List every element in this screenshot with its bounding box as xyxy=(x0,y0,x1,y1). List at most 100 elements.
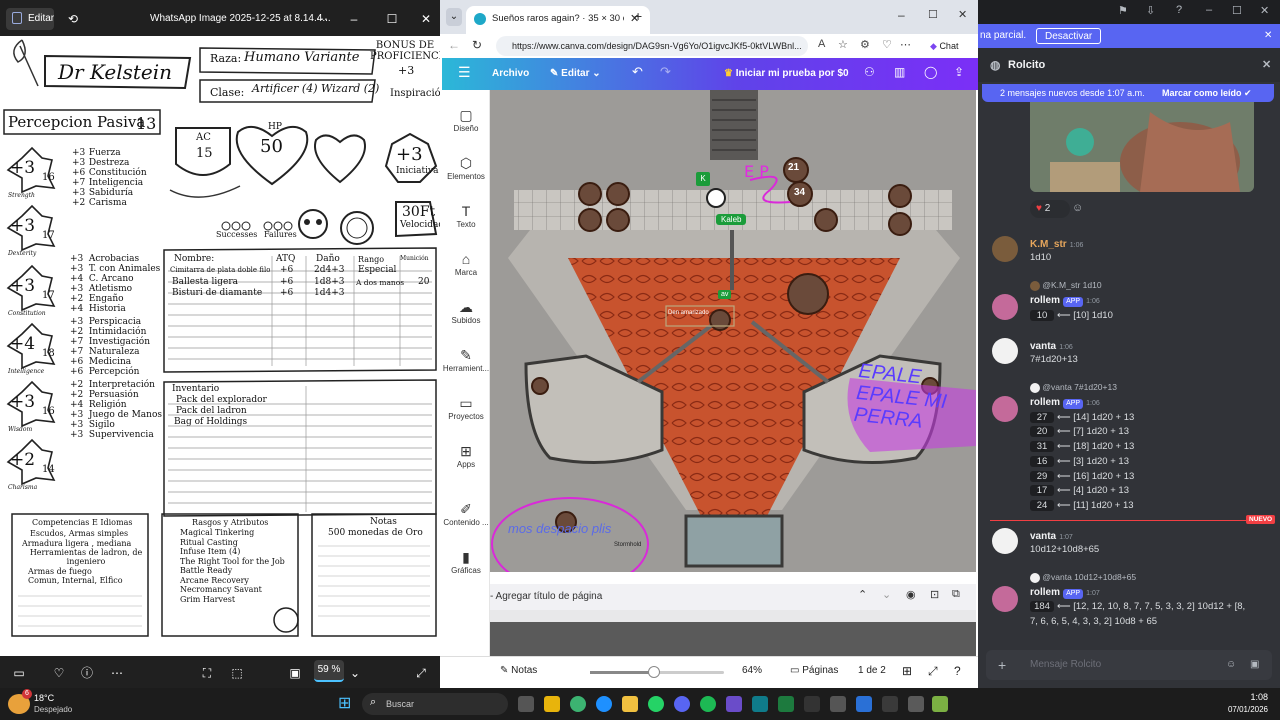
reply-preview[interactable]: @vanta 7#1d20+13 xyxy=(1030,382,1117,393)
new-messages-banner[interactable]: 2 mensajes nuevos desde 1:07 a.m. Marcar… xyxy=(982,84,1274,102)
add-reaction-icon[interactable]: ☺ xyxy=(1072,202,1083,214)
chevron-up-icon[interactable]: ⌃ xyxy=(858,588,867,601)
people-icon[interactable]: ⚇ xyxy=(864,65,875,79)
minimize-icon[interactable]: – xyxy=(1206,4,1212,16)
zoom-level[interactable]: 59 % xyxy=(314,660,344,682)
rail-tools[interactable]: ✎ Herramient... xyxy=(442,346,490,373)
translate-icon[interactable]: A xyxy=(818,38,825,50)
rail-elements[interactable]: ⬡ Elementos xyxy=(442,154,490,181)
hamburger-icon[interactable]: ☰ xyxy=(458,64,471,81)
clock-date[interactable]: 07/01/2026 xyxy=(1218,705,1268,714)
scribble-epale[interactable]: EPALE EPALE MI PERRA xyxy=(853,360,976,438)
rail-design[interactable]: ▢ Diseño xyxy=(442,106,490,133)
app-icon[interactable] xyxy=(932,696,948,712)
discord-icon[interactable] xyxy=(674,696,690,712)
scribble-mos-despacio[interactable]: mos despacio plis xyxy=(508,522,618,535)
clock-time[interactable]: 1:08 xyxy=(1234,692,1268,702)
battle-map-canvas[interactable]: K 21 34 Kaleb av Den amarizado E P EPALE… xyxy=(490,90,976,572)
tab-menu-icon[interactable]: ⌄ xyxy=(446,8,462,26)
expand-icon[interactable]: ⤢ xyxy=(412,660,430,686)
rotate-icon[interactable]: ⟲ xyxy=(62,6,84,32)
undo-icon[interactable]: ↶ xyxy=(632,64,643,80)
crop-icon[interactable]: ⬚ xyxy=(228,660,246,686)
app-icon[interactable] xyxy=(882,696,898,712)
minimize-icon[interactable]: – xyxy=(898,8,905,22)
new-tab-icon[interactable]: + xyxy=(634,8,642,24)
token-label-kaleb[interactable]: Kaleb xyxy=(716,214,747,225)
rail-projects[interactable]: ▭ Proyectos xyxy=(442,394,490,421)
trial-button[interactable]: ♛ Iniciar mi prueba por $0 xyxy=(724,58,849,90)
spotify-icon[interactable] xyxy=(700,696,716,712)
maximize-icon[interactable]: ☐ xyxy=(384,6,400,32)
chevron-down-icon[interactable]: ⌄ xyxy=(348,660,362,686)
avatar[interactable] xyxy=(992,236,1018,262)
app-icon[interactable] xyxy=(752,696,768,712)
username[interactable]: rollem xyxy=(1030,587,1060,598)
file-menu[interactable]: Archivo xyxy=(492,58,529,90)
close-icon[interactable]: ✕ xyxy=(1260,4,1269,17)
info-icon[interactable]: ⓘ xyxy=(78,660,96,686)
zoom-percentage[interactable]: 64% xyxy=(742,665,762,676)
deactivate-button[interactable]: Desactivar xyxy=(1036,28,1102,44)
star-icon[interactable]: ☆ xyxy=(838,38,848,51)
reply-preview[interactable]: @vanta 10d12+10d8+65 xyxy=(1030,572,1136,583)
avatar[interactable] xyxy=(992,586,1018,612)
app-icon[interactable] xyxy=(856,696,872,712)
fit-icon[interactable]: ⛶ xyxy=(198,660,216,686)
username[interactable]: vanta xyxy=(1030,341,1056,352)
app-icon[interactable] xyxy=(908,696,924,712)
favorites-icon[interactable]: ♡ xyxy=(882,38,892,51)
rail-uploads[interactable]: ☁ Subidos xyxy=(442,298,490,325)
pages-button[interactable]: ▭ Páginas xyxy=(790,665,838,676)
maximize-icon[interactable]: ☐ xyxy=(1232,4,1242,17)
search-box[interactable]: ⌕ Buscar xyxy=(362,693,508,715)
fullscreen-icon[interactable]: ⤢ xyxy=(928,664,938,679)
download-icon[interactable]: ⇩ xyxy=(1146,4,1155,17)
username[interactable]: K.M_str xyxy=(1030,239,1067,250)
rail-text[interactable]: T Texto xyxy=(442,202,490,229)
files-icon[interactable] xyxy=(622,696,638,712)
maximize-icon[interactable]: ☐ xyxy=(928,8,938,21)
url-field[interactable]: https://www.canva.com/design/DAG9sn-Vg6Y… xyxy=(496,36,808,56)
rail-brand[interactable]: ⌂ Marca xyxy=(442,250,490,277)
sticker-icon[interactable]: ▣ xyxy=(1250,650,1259,680)
help-icon[interactable]: ? xyxy=(954,664,961,678)
edit-button[interactable]: Editar xyxy=(6,8,54,30)
notes-button[interactable]: ✎ Notas xyxy=(500,665,537,676)
copilot-chat-button[interactable]: ◆ Chat xyxy=(930,38,974,54)
insights-icon[interactable]: ▥ xyxy=(894,65,905,79)
token-21[interactable]: 21 xyxy=(788,162,799,173)
photos-icon[interactable] xyxy=(726,696,742,712)
app-icon[interactable] xyxy=(830,696,846,712)
close-notice-icon[interactable]: ✕ xyxy=(1264,24,1272,48)
rail-charts[interactable]: ▮ Gráficas xyxy=(442,548,490,575)
reply-preview[interactable]: @K.M_str 1d10 xyxy=(1030,280,1102,291)
more-icon[interactable]: ⋯ xyxy=(900,38,911,51)
comment-icon[interactable]: ◯ xyxy=(924,65,937,79)
avatar[interactable] xyxy=(992,396,1018,422)
back-icon[interactable]: ← xyxy=(448,38,460,52)
username[interactable]: vanta xyxy=(1030,531,1056,542)
grid-view-icon[interactable]: ⊞ xyxy=(902,664,912,678)
zoom-slider-handle[interactable] xyxy=(648,666,660,678)
rail-content[interactable]: ✐ Contenido ... xyxy=(442,500,490,527)
zoom-slider[interactable] xyxy=(590,666,724,678)
page-2-preview[interactable] xyxy=(490,610,976,656)
emoji-icon[interactable]: ☺ xyxy=(1226,650,1236,680)
active-tab[interactable]: Sueños raros again? · 35 × 30 cm ✕ xyxy=(466,6,650,34)
file-explorer-icon[interactable] xyxy=(544,696,560,712)
filmstrip-icon[interactable]: ▭ xyxy=(10,660,28,686)
message-input[interactable]: + Mensaje Rolcito ☺ ▣ xyxy=(986,650,1272,680)
lock-icon[interactable]: ⊡ xyxy=(930,588,939,601)
add-attachment-icon[interactable]: + xyxy=(998,650,1006,680)
weather-temp[interactable]: 18°C xyxy=(34,693,54,703)
more-icon[interactable]: ⋯ xyxy=(108,660,126,686)
minimize-icon[interactable]: – xyxy=(346,6,362,32)
token-label-den[interactable]: Den amarizado xyxy=(668,310,709,316)
help-icon[interactable]: ? xyxy=(1176,4,1182,16)
close-icon[interactable]: ✕ xyxy=(958,8,967,21)
rail-apps[interactable]: ⊞ Apps xyxy=(442,442,490,469)
favorite-icon[interactable]: ♡ xyxy=(50,660,68,686)
edge-icon[interactable] xyxy=(596,696,612,712)
avatar[interactable] xyxy=(992,294,1018,320)
